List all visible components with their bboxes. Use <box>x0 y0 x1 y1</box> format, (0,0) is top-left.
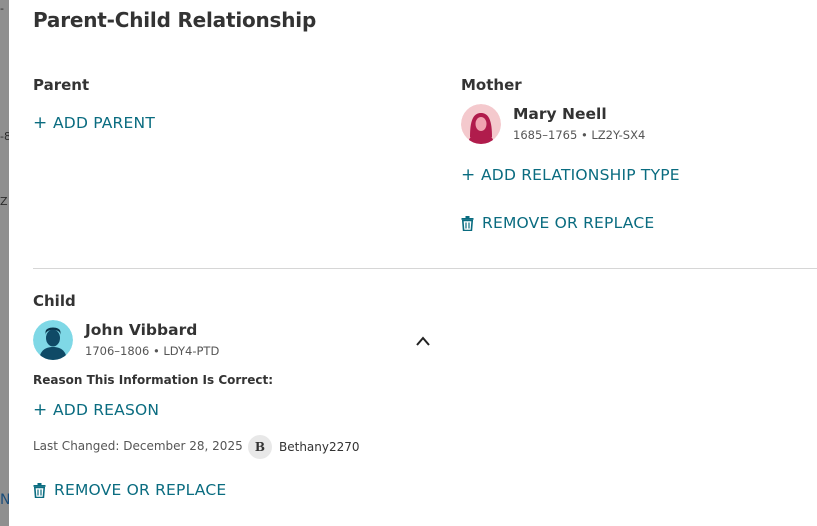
add-reason-label: ADD REASON <box>53 401 160 419</box>
plus-icon: + <box>461 164 476 185</box>
background-text-fragment: Z <box>0 195 8 208</box>
add-relationship-type-button[interactable]: + ADD RELATIONSHIP TYPE <box>461 166 680 184</box>
background-page-strip: - -8 Z N <box>0 0 9 526</box>
child-remove-or-replace-label: REMOVE OR REPLACE <box>54 481 227 499</box>
reason-label: Reason This Information Is Correct: <box>33 373 274 387</box>
mother-remove-or-replace-label: REMOVE OR REPLACE <box>482 214 655 232</box>
female-avatar-icon <box>461 104 501 144</box>
mother-remove-or-replace-button[interactable]: REMOVE OR REPLACE <box>461 214 654 232</box>
child-section-label: Child <box>33 292 76 310</box>
last-changed-text: Last Changed: December 28, 2025 <box>33 439 243 453</box>
add-parent-button[interactable]: + ADD PARENT <box>33 114 155 132</box>
contributor-name: Bethany2270 <box>279 440 360 454</box>
plus-icon: + <box>33 112 48 133</box>
background-text-fragment: N <box>0 492 9 508</box>
mother-person-card[interactable]: Mary Neell 1685–1765 • LZ2Y-SX4 <box>461 104 645 144</box>
contributor-chip[interactable]: B Bethany2270 <box>248 435 360 459</box>
background-text-fragment: - <box>0 2 4 15</box>
child-remove-or-replace-button[interactable]: REMOVE OR REPLACE <box>33 481 226 499</box>
child-name: John Vibbard <box>85 321 198 339</box>
trash-icon <box>461 215 474 231</box>
child-person-card[interactable]: John Vibbard 1706–1806 • LDY4-PTD <box>33 320 219 360</box>
mother-lifespan-id: 1685–1765 • LZ2Y-SX4 <box>513 128 646 142</box>
chevron-up-icon[interactable] <box>415 333 431 347</box>
trash-icon <box>33 482 46 498</box>
add-relationship-type-label: ADD RELATIONSHIP TYPE <box>481 166 680 184</box>
add-parent-label: ADD PARENT <box>53 114 155 132</box>
user-initial-avatar: B <box>248 435 272 459</box>
child-lifespan-id: 1706–1806 • LDY4-PTD <box>85 344 220 358</box>
mother-section-label: Mother <box>461 76 522 94</box>
add-reason-button[interactable]: + ADD REASON <box>33 401 159 419</box>
section-divider <box>33 268 817 269</box>
page-title: Parent-Child Relationship <box>33 8 317 32</box>
background-text-fragment: -8 <box>0 130 9 143</box>
plus-icon: + <box>33 399 48 420</box>
male-avatar-icon <box>33 320 73 360</box>
parent-section-label: Parent <box>33 76 90 94</box>
relationship-panel: Parent-Child Relationship Parent + ADD P… <box>9 0 817 526</box>
mother-name: Mary Neell <box>513 105 607 123</box>
